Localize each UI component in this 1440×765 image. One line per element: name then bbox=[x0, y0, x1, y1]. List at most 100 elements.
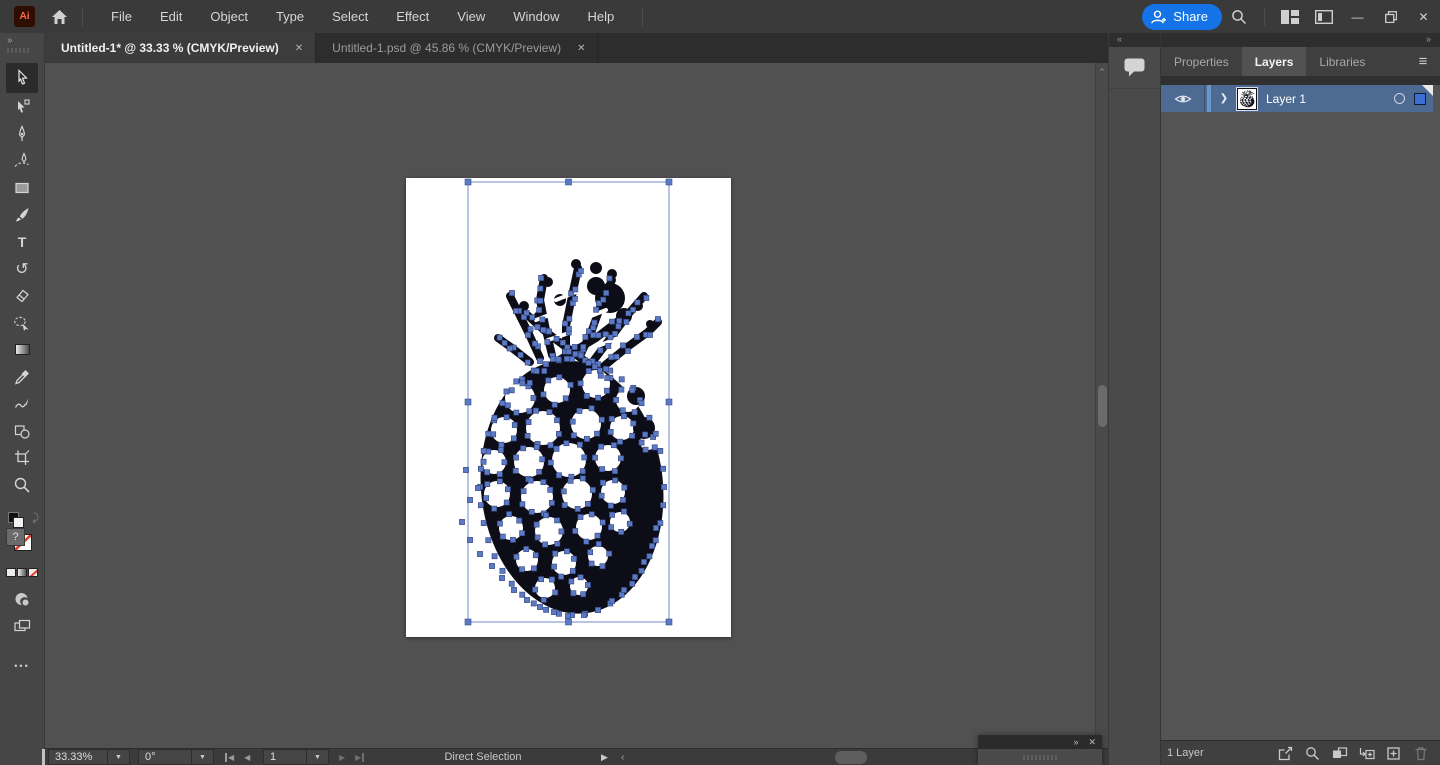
edit-toolbar-icon[interactable]: ••• bbox=[14, 661, 29, 671]
expand-layer-icon[interactable]: ❯ bbox=[1211, 93, 1237, 104]
none-button[interactable] bbox=[28, 568, 38, 577]
gradient-button[interactable] bbox=[17, 568, 27, 577]
shape-builder-tool[interactable] bbox=[7, 309, 37, 336]
panel-menu-icon[interactable]: ≡ bbox=[1406, 47, 1440, 76]
pineapple-artwork[interactable] bbox=[406, 178, 731, 637]
rotation-dropdown-icon[interactable]: ▼ bbox=[192, 749, 214, 765]
menu-window[interactable]: Window bbox=[499, 0, 573, 33]
next-artboard-button[interactable]: ▶ bbox=[339, 753, 345, 762]
zoom-dropdown-icon[interactable]: ▼ bbox=[108, 749, 130, 765]
gradient-tool[interactable] bbox=[7, 336, 37, 363]
arrange-documents-icon[interactable] bbox=[1273, 0, 1307, 33]
restore-button[interactable] bbox=[1374, 0, 1407, 33]
collapse-dock-icon[interactable]: » bbox=[1426, 34, 1432, 44]
share-button[interactable]: Share bbox=[1142, 3, 1222, 30]
tab-layers[interactable]: Layers bbox=[1241, 47, 1307, 76]
clipping-mask-icon[interactable] bbox=[1326, 746, 1353, 760]
tab-label: Untitled-1* @ 33.33 % (CMYK/Preview) bbox=[61, 41, 279, 55]
scroll-left-icon[interactable]: ‹ bbox=[621, 749, 624, 765]
artboard-tool[interactable] bbox=[7, 444, 37, 471]
first-artboard-button[interactable]: ◀ bbox=[225, 752, 234, 762]
close-button[interactable]: ✕ bbox=[1407, 0, 1440, 33]
rotation-field[interactable]: 0° bbox=[138, 749, 192, 765]
menu-select[interactable]: Select bbox=[318, 0, 382, 33]
status-tool-display[interactable]: Direct Selection bbox=[403, 749, 563, 765]
visibility-cell[interactable] bbox=[1161, 85, 1205, 112]
menu-view[interactable]: View bbox=[443, 0, 499, 33]
drag-grip[interactable] bbox=[1023, 754, 1057, 760]
vertical-scroll-thumb[interactable] bbox=[1098, 385, 1107, 427]
last-artboard-button[interactable]: ▶ bbox=[355, 752, 365, 762]
close-tab-icon[interactable]: ✕ bbox=[295, 43, 303, 54]
direct-selection-tool[interactable] bbox=[7, 93, 37, 120]
collapse-panel-icon[interactable]: » bbox=[1073, 737, 1078, 747]
rotate-tool[interactable]: ↺ bbox=[7, 255, 37, 282]
collect-for-export-icon[interactable] bbox=[1272, 746, 1299, 761]
swap-fill-stroke-icon[interactable]: ⤸ bbox=[32, 512, 39, 525]
close-tab-icon[interactable]: ✕ bbox=[577, 43, 585, 54]
menu-file[interactable]: File bbox=[97, 0, 146, 33]
locate-object-icon[interactable] bbox=[1299, 746, 1326, 761]
menu-help[interactable]: Help bbox=[573, 0, 628, 33]
menu-object[interactable]: Object bbox=[196, 0, 262, 33]
new-sublayer-icon[interactable] bbox=[1353, 746, 1380, 761]
fill-stroke-control[interactable]: ⤸ ? bbox=[2, 510, 42, 554]
comments-panel-icon[interactable] bbox=[1109, 47, 1160, 89]
screen-mode-icon[interactable] bbox=[7, 612, 37, 639]
tools-panel-header[interactable]: » bbox=[0, 33, 44, 63]
zoom-tool[interactable] bbox=[7, 471, 37, 498]
scroll-up-icon[interactable]: ⌃ bbox=[1096, 67, 1108, 78]
home-icon[interactable] bbox=[51, 9, 68, 25]
vertical-scrollbar[interactable]: ⌃ bbox=[1095, 63, 1108, 748]
minimize-button[interactable]: — bbox=[1341, 0, 1374, 33]
illustrator-logo-icon[interactable]: Ai bbox=[14, 6, 35, 27]
layer-thumbnail[interactable] bbox=[1236, 86, 1258, 111]
menu-type[interactable]: Type bbox=[262, 0, 318, 33]
new-layer-icon[interactable] bbox=[1380, 746, 1407, 761]
document-tab-1[interactable]: Untitled-1* @ 33.33 % (CMYK/Preview) ✕ bbox=[45, 33, 317, 63]
expand-panel-icon[interactable]: » bbox=[7, 35, 13, 46]
artboard[interactable] bbox=[406, 178, 731, 637]
shaper-tool[interactable] bbox=[7, 390, 37, 417]
artboard-dropdown-icon[interactable]: ▼ bbox=[307, 749, 329, 765]
draw-mode-icon[interactable] bbox=[7, 585, 37, 612]
shape-tool[interactable] bbox=[7, 417, 37, 444]
layer-row[interactable]: ❯ Layer 1 bbox=[1161, 85, 1433, 112]
color-button[interactable] bbox=[6, 568, 16, 577]
fill-swatch[interactable] bbox=[13, 517, 24, 528]
tab-libraries[interactable]: Libraries bbox=[1306, 47, 1378, 76]
canvas[interactable]: ⌃ bbox=[45, 63, 1108, 748]
horizontal-scroll-thumb[interactable] bbox=[835, 751, 867, 764]
curvature-tool[interactable] bbox=[7, 147, 37, 174]
rectangle-tool[interactable] bbox=[7, 174, 37, 201]
layer-name[interactable]: Layer 1 bbox=[1266, 92, 1394, 106]
tab-label: Untitled-1.psd @ 45.86 % (CMYK/Preview) bbox=[332, 41, 562, 55]
eraser-tool[interactable] bbox=[7, 282, 37, 309]
zoom-level-field[interactable]: 33.33% bbox=[48, 749, 108, 765]
delete-layer-icon[interactable] bbox=[1407, 746, 1434, 761]
expand-dock-icon[interactable]: « bbox=[1117, 34, 1123, 44]
status-menu-icon[interactable]: ▶ bbox=[601, 749, 608, 765]
target-circle-icon[interactable] bbox=[1394, 93, 1405, 104]
menu-effect[interactable]: Effect bbox=[382, 0, 443, 33]
document-tab-2[interactable]: Untitled-1.psd @ 45.86 % (CMYK/Preview) … bbox=[316, 33, 599, 63]
search-icon[interactable] bbox=[1222, 0, 1256, 33]
panel-header[interactable]: » bbox=[1161, 33, 1440, 47]
eye-icon bbox=[1173, 95, 1192, 102]
dock-header[interactable]: « bbox=[1109, 33, 1160, 47]
drag-grip[interactable] bbox=[7, 48, 29, 53]
artboard-number-field[interactable]: 1 bbox=[263, 749, 307, 765]
tab-properties[interactable]: Properties bbox=[1161, 47, 1242, 76]
previous-artboard-button[interactable]: ◀ bbox=[244, 753, 250, 762]
tools-panel: » T ↺ ⤸ ? ••• bbox=[0, 33, 45, 765]
account-icon bbox=[1151, 9, 1167, 23]
floating-panel-body[interactable] bbox=[978, 749, 1102, 765]
menu-edit[interactable]: Edit bbox=[146, 0, 196, 33]
pen-tool[interactable] bbox=[7, 120, 37, 147]
type-tool[interactable]: T bbox=[7, 228, 37, 255]
eyedropper-tool[interactable] bbox=[7, 363, 37, 390]
close-panel-icon[interactable]: ✕ bbox=[1088, 737, 1096, 748]
selection-tool[interactable] bbox=[6, 63, 38, 93]
workspace-switcher-icon[interactable] bbox=[1307, 0, 1341, 33]
paintbrush-tool[interactable] bbox=[7, 201, 37, 228]
